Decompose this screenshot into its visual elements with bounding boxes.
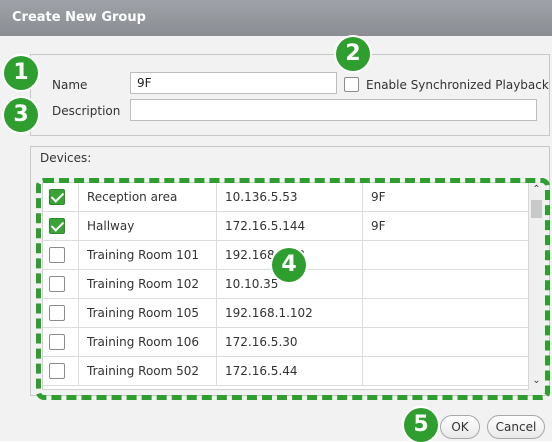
annotation-badge-5: 5 [404, 408, 438, 442]
device-checkbox[interactable] [49, 189, 65, 205]
annotation-badge-3: 3 [4, 98, 38, 132]
device-group-cell [363, 328, 529, 356]
device-checkbox[interactable] [49, 276, 65, 292]
annotation-badge-4: 4 [272, 248, 306, 282]
device-row[interactable]: Training Room 106 172.16.5.30 [43, 328, 529, 357]
device-check-cell [43, 212, 79, 240]
device-group-cell [363, 299, 529, 327]
device-name-cell: Training Room 105 [79, 299, 217, 327]
device-check-cell [43, 357, 79, 385]
devices-title: Devices: [40, 151, 92, 165]
device-checkbox[interactable] [49, 305, 65, 321]
device-ip-cell: 172.16.5.30 [217, 328, 363, 356]
device-name-cell: Training Room 102 [79, 270, 217, 298]
dialog-title: Create New Group [0, 0, 552, 36]
scroll-thumb[interactable] [531, 200, 542, 218]
description-label: Description [52, 104, 121, 118]
device-row[interactable]: Reception area 10.136.5.53 9F [43, 183, 529, 212]
annotation-badge-1: 1 [4, 56, 38, 90]
devices-scrollbar[interactable]: ⌃ ⌄ [528, 182, 544, 390]
device-group-cell: 9F [363, 183, 529, 211]
device-ip-cell: 172.16.5.144 [217, 212, 363, 240]
device-ip-cell: 172.16.5.44 [217, 357, 363, 385]
ok-button[interactable]: OK [440, 415, 480, 439]
device-checkbox[interactable] [49, 247, 65, 263]
device-row[interactable]: Hallway 172.16.5.144 9F [43, 212, 529, 241]
device-group-cell [363, 241, 529, 269]
device-check-cell [43, 270, 79, 298]
annotation-badge-2: 2 [336, 37, 370, 71]
sync-playback-checkbox[interactable] [344, 77, 359, 92]
device-checkbox[interactable] [49, 363, 65, 379]
sync-playback-label: Enable Synchronized Playback [366, 78, 549, 92]
device-group-cell [363, 270, 529, 298]
device-name-cell: Reception area [79, 183, 217, 211]
group-settings-panel [30, 54, 550, 136]
name-input[interactable]: 9F [130, 72, 337, 94]
device-checkbox[interactable] [49, 218, 65, 234]
device-name-cell: Training Room 502 [79, 357, 217, 385]
device-checkbox[interactable] [49, 334, 65, 350]
device-row[interactable]: Training Room 502 172.16.5.44 [43, 357, 529, 386]
devices-grid: Reception area 10.136.5.53 9F Hallway 172.16… [42, 182, 530, 390]
cancel-button[interactable]: Cancel [487, 415, 545, 439]
device-group-cell [363, 357, 529, 385]
device-name-cell: Training Room 106 [79, 328, 217, 356]
device-name-cell: Hallway [79, 212, 217, 240]
scroll-down-icon[interactable]: ⌄ [529, 374, 544, 388]
device-row[interactable]: Training Room 105 192.168.1.102 [43, 299, 529, 328]
device-name-cell: Training Room 101 [79, 241, 217, 269]
device-ip-cell: 192.168.1.102 [217, 299, 363, 327]
device-check-cell [43, 183, 79, 211]
device-check-cell [43, 299, 79, 327]
description-input[interactable] [130, 99, 537, 121]
device-group-cell: 9F [363, 212, 529, 240]
name-label: Name [52, 78, 88, 92]
device-ip-cell: 10.136.5.53 [217, 183, 363, 211]
device-check-cell [43, 328, 79, 356]
device-check-cell [43, 241, 79, 269]
scroll-up-icon[interactable]: ⌃ [529, 183, 544, 197]
